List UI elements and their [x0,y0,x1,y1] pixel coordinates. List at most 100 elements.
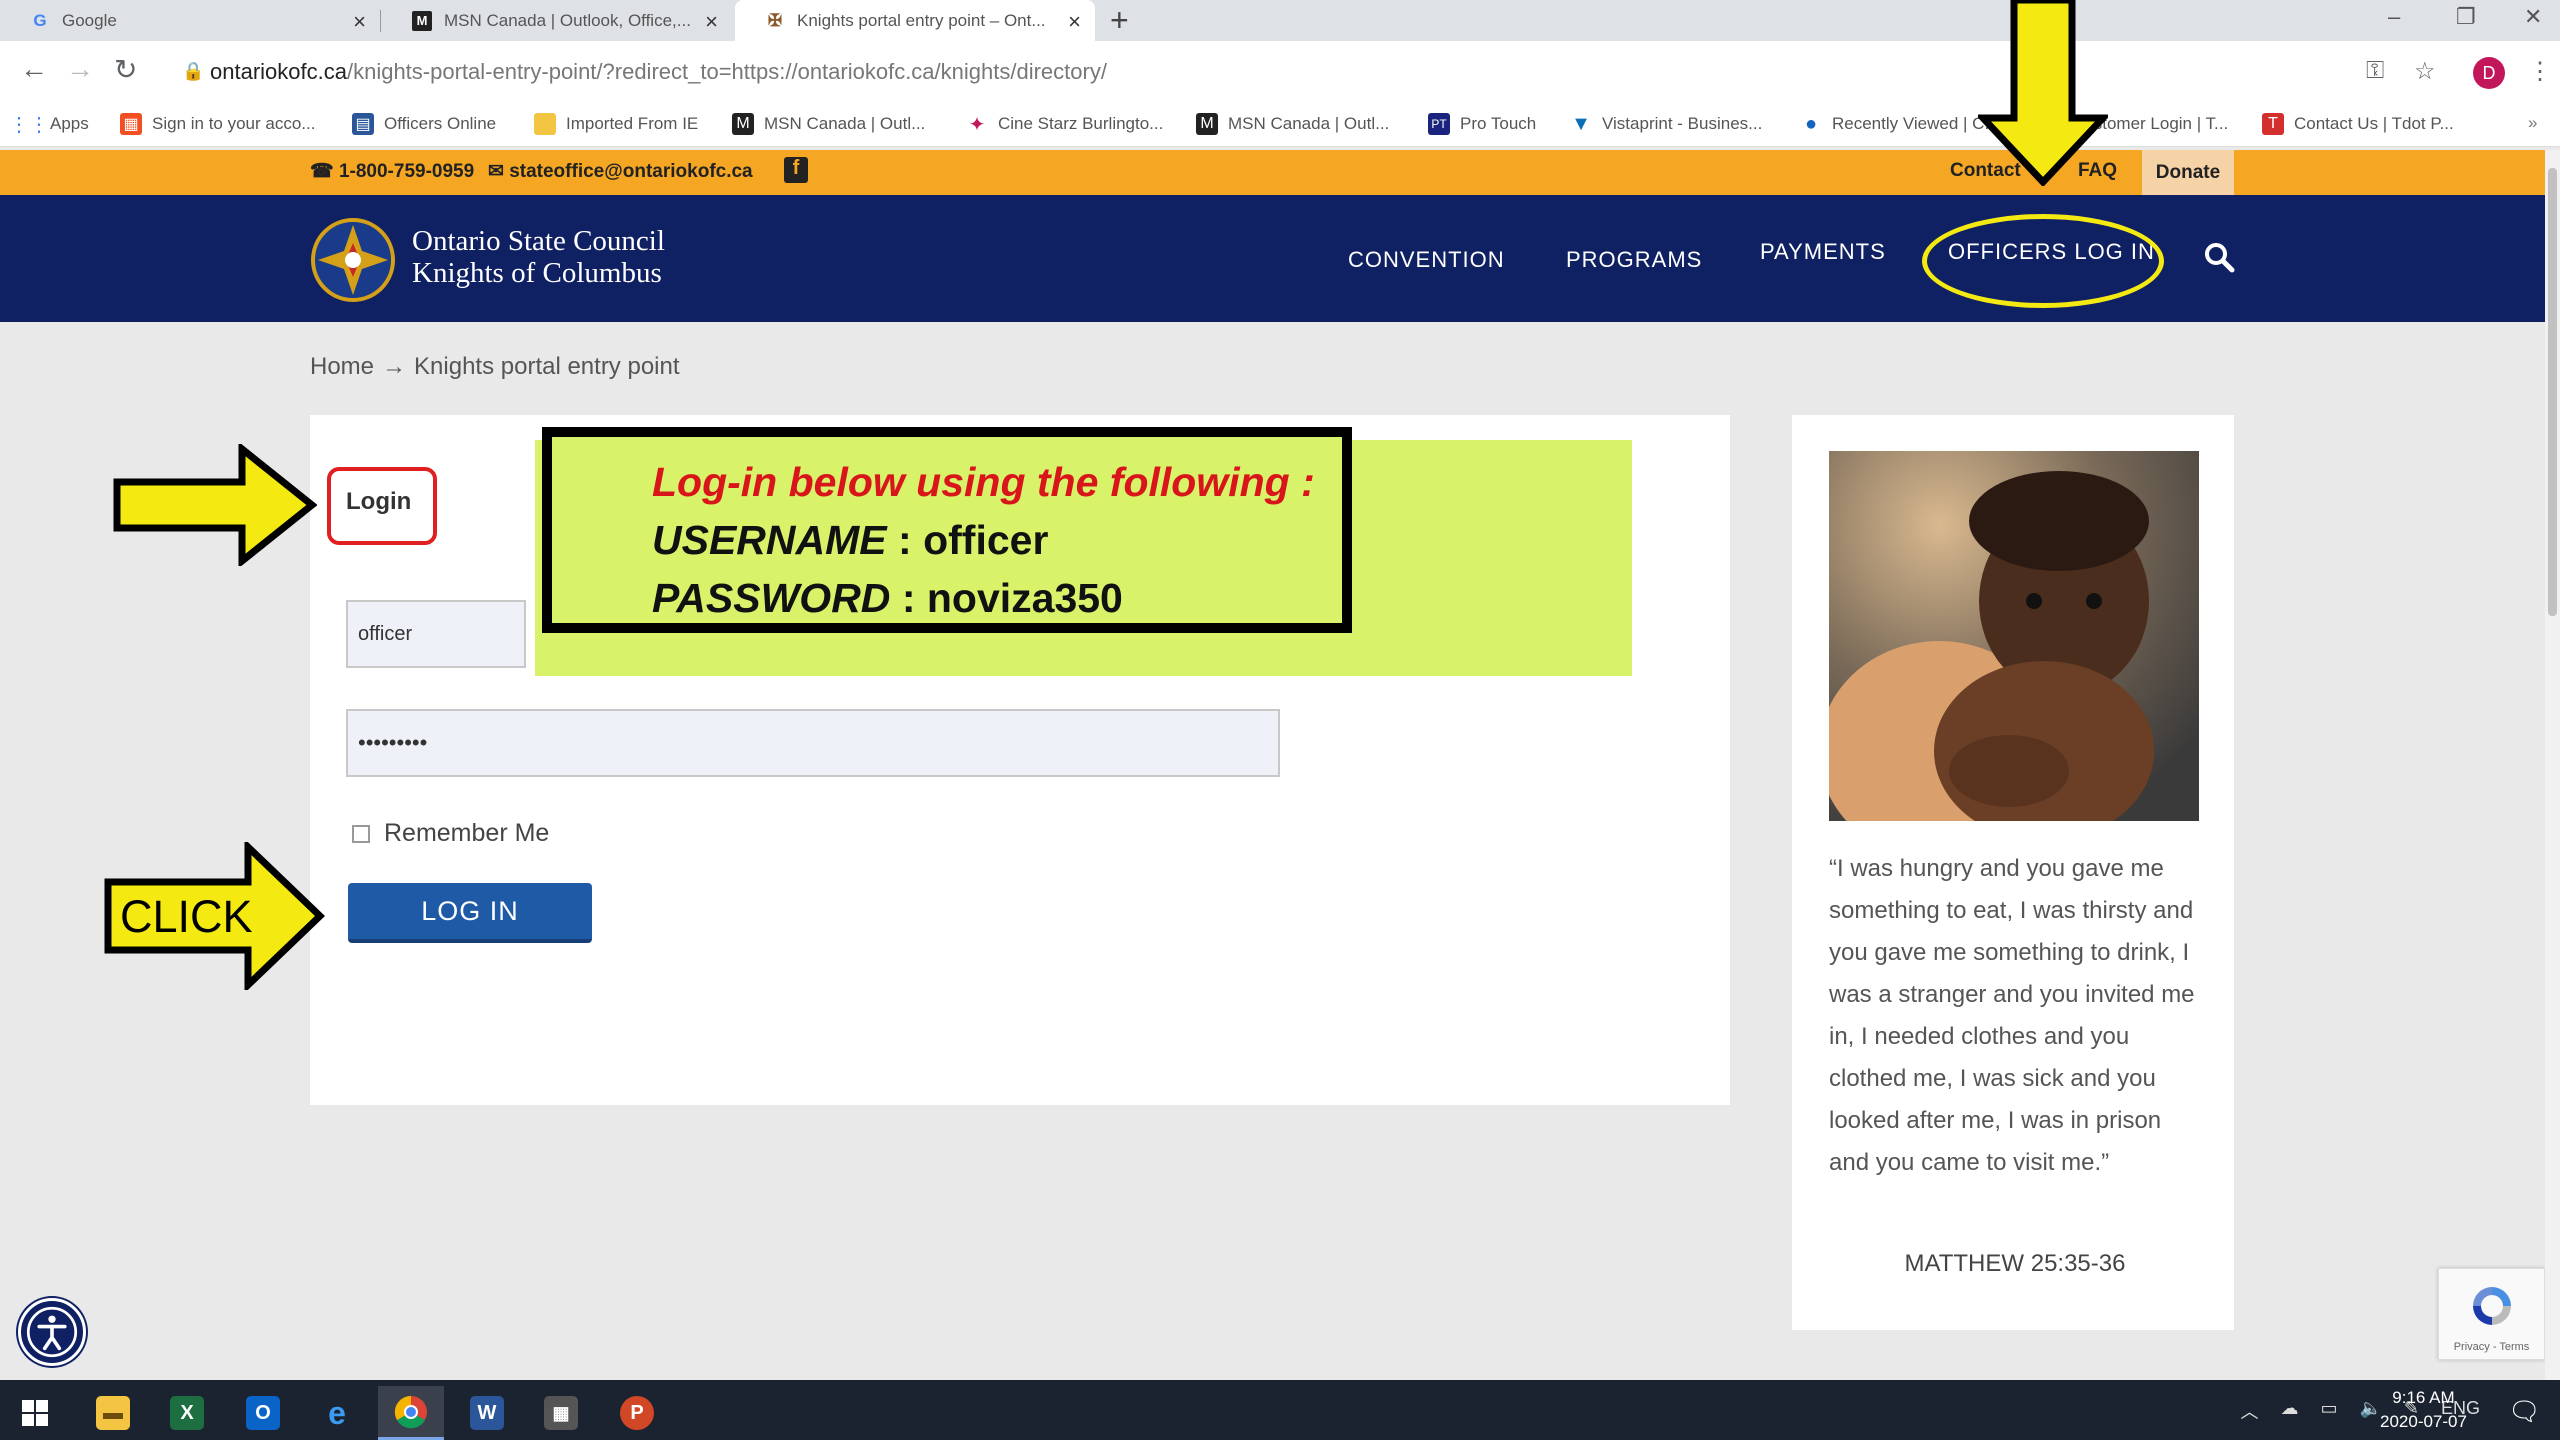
notification-icon[interactable]: 🗨 [2508,1396,2541,1427]
browser-tab-bar: G Google × M MSN Canada | Outlook, Offic… [0,0,2560,41]
powerpoint-icon[interactable]: P [604,1386,670,1440]
windows-start-icon[interactable] [2,1386,68,1440]
donate-button[interactable]: Donate [2142,150,2234,195]
nav-programs[interactable]: PROGRAMS [1566,247,1702,273]
kofc-emblem-icon[interactable] [310,217,396,303]
bookmark-label: Officers Online [384,114,497,133]
phone-text: 1-800-759-0959 [338,161,475,182]
onedrive-icon[interactable]: ☁ [2280,1398,2298,1424]
chrome-logo-icon [394,1395,427,1428]
kofc-icon: ✠ [767,10,783,30]
apps-grid-icon: ⋮⋮ [9,113,49,136]
tab-google[interactable]: G Google × [0,0,380,41]
tray-chevron-icon[interactable]: ︿ [2240,1398,2258,1424]
site-logo-text[interactable]: Ontario State Council Knights of Columbu… [412,225,665,289]
recaptcha-icon [2473,1287,2511,1325]
network-icon[interactable]: ▭ [2320,1398,2337,1424]
calculator-icon[interactable]: ▦ [528,1386,594,1440]
bookmark-label: MSN Canada | Outl... [764,114,926,133]
log-in-button[interactable]: LOG IN [348,883,592,943]
scrollbar-thumb[interactable] [2548,168,2557,616]
system-clock[interactable]: 9:16 AM 2020-07-07 [2380,1386,2467,1434]
bookmark-folder[interactable]: Imported From IE [534,113,698,135]
username-input[interactable] [346,600,526,668]
click-label: CLICK [120,891,253,942]
outlook-icon[interactable]: O [230,1386,296,1440]
annotation-username-value: : officer [898,517,1049,563]
minimize-icon[interactable]: – [2388,4,2400,30]
officers-online-icon: ▤ [352,113,374,135]
breadcrumb-home[interactable]: Home [310,353,374,380]
email-link[interactable]: ✉ stateoffice@ontariokofc.ca [488,160,753,183]
annotation-line-3: PASSWORD : noviza350 [652,575,1123,622]
tab-separator [380,10,381,32]
google-icon: G [33,10,47,30]
new-tab-button[interactable]: + [1110,2,1129,39]
bookmark-item[interactable]: T Contact Us | Tdot P... [2262,113,2454,135]
bookmark-label: MSN Canada | Outl... [1228,114,1390,133]
file-explorer-icon[interactable]: ▬ [80,1386,146,1440]
phone-link[interactable]: ☎ 1-800-759-0959 [310,160,474,183]
close-tab-icon[interactable]: × [705,9,718,35]
breadcrumb: Home → Knights portal entry point [310,353,688,381]
remember-me[interactable]: Remember Me [352,819,549,848]
ie-logo-icon: e [328,1394,346,1431]
sidebar-quote: “I was hungry and you gave me something … [1829,855,2195,1176]
password-input[interactable] [346,709,1280,777]
cine-starz-icon: ✦ [968,113,986,136]
bookmark-item[interactable]: ● Recently Viewed | C... [1800,113,1999,135]
officers-login-highlight [1922,214,2164,308]
recently-viewed-icon: ● [1804,112,1818,135]
key-icon[interactable]: ⚿ [2366,57,2384,85]
remember-checkbox[interactable] [352,824,370,843]
recaptcha-text[interactable]: Privacy - Terms [2439,1341,2544,1353]
recaptcha-badge[interactable]: Privacy - Terms [2438,1268,2545,1360]
back-icon[interactable]: ← [20,53,48,85]
tdot-icon: T [2262,113,2284,135]
tab-msn[interactable]: M MSN Canada | Outlook, Office,... × [382,0,732,41]
nav-convention[interactable]: CONVENTION [1348,247,1505,273]
logo-line-1: Ontario State Council [412,225,665,257]
restore-icon[interactable]: ❐ [2456,4,2476,30]
chrome-icon[interactable] [378,1386,444,1440]
accessibility-icon[interactable] [18,1298,86,1366]
profile-avatar[interactable]: D [2473,57,2505,89]
annotation-password-label: PASSWORD [652,575,891,621]
star-icon[interactable]: ☆ [2414,57,2436,86]
bookmark-item[interactable]: PT Pro Touch [1428,113,1536,135]
tab-title: Google [62,10,117,30]
sidebar-citation: MATTHEW 25:35-36 [1904,1250,2126,1277]
excel-icon[interactable]: X [154,1386,220,1440]
bookmark-item[interactable]: ▦ Sign in to your acco... [120,113,315,135]
annotation-line-1: Log-in below using the following : [652,459,1315,505]
internet-explorer-icon[interactable]: e [304,1386,370,1440]
bookmarks-bar: ⋮⋮ Apps ▦ Sign in to your acco... ▤ Offi… [0,105,2560,147]
login-title-highlight [327,467,437,545]
vistaprint-icon: ▼ [1571,112,1591,135]
facebook-icon[interactable]: f [784,157,808,183]
windows-taskbar: ▬ X O e W ▦ P ︿ ☁ ▭ 🔈 ✎ ENG 9:16 AM 2020… [0,1380,2560,1440]
bookmark-item[interactable]: ✦ Cine Starz Burlingto... [966,113,1164,136]
search-icon[interactable] [2203,241,2235,273]
bookmark-apps[interactable]: ⋮⋮ Apps [9,113,89,136]
msn-icon: M [412,10,432,31]
pro-touch-icon: PT [1428,113,1450,135]
menu-icon[interactable]: ⋮ [2528,57,2552,86]
breadcrumb-separator: → [382,353,407,380]
more-bookmarks-icon[interactable]: » [2528,113,2537,133]
bookmark-item[interactable]: M MSN Canada | Outl... [1196,113,1389,135]
close-tab-icon[interactable]: × [1068,9,1081,35]
bookmark-item[interactable]: ▤ Officers Online [352,113,496,135]
bookmark-label: Cine Starz Burlingto... [998,114,1164,133]
tab-knights-portal[interactable]: ✠ Knights portal entry point – Ont... × [735,0,1095,41]
bookmark-item[interactable]: M MSN Canada | Outl... [732,113,925,135]
reload-icon[interactable]: ↻ [114,53,137,86]
word-icon[interactable]: W [454,1386,520,1440]
close-tab-icon[interactable]: × [353,9,366,35]
forward-icon[interactable]: → [66,53,94,85]
calculator-logo-icon: ▦ [544,1396,578,1430]
bookmark-item[interactable]: ▼ Vistaprint - Busines... [1570,113,1762,135]
volume-icon[interactable]: 🔈 [2359,1398,2381,1424]
close-window-icon[interactable]: ✕ [2524,4,2542,30]
nav-payments[interactable]: PAYMENTS [1760,239,1886,265]
